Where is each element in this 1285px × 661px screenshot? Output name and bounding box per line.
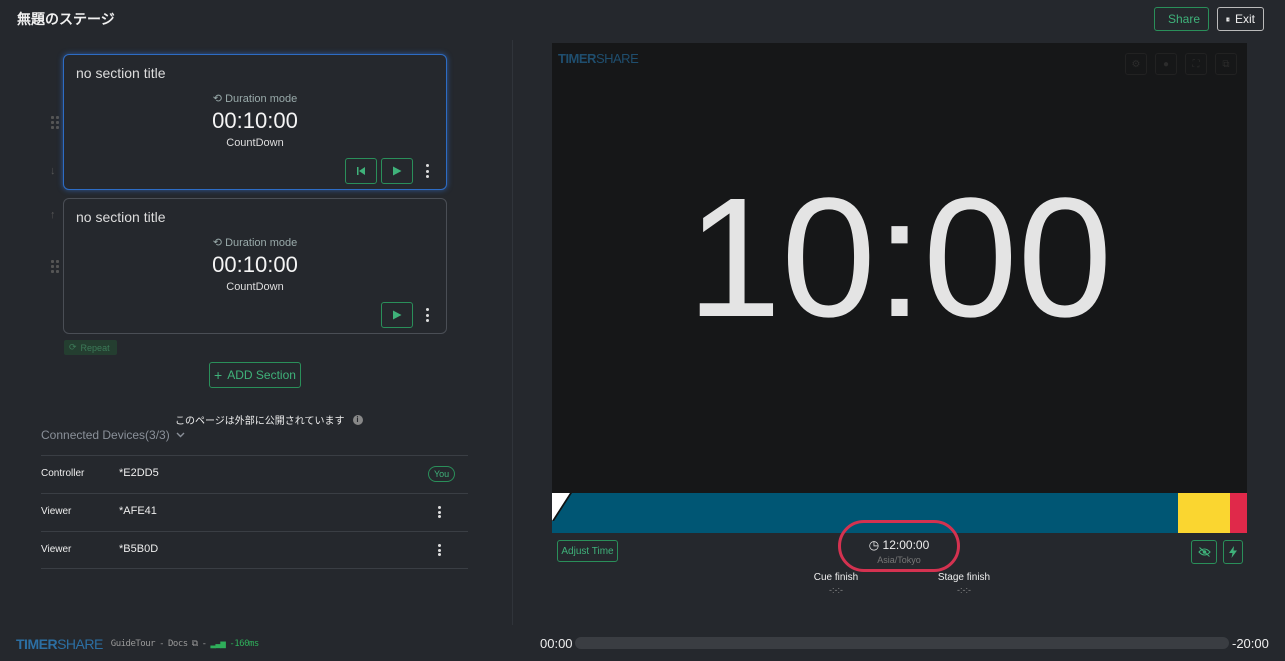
docs-link[interactable]: Docs xyxy=(168,639,188,649)
device-list: Controller *E2DD5 You Viewer *AFE41 View… xyxy=(41,455,468,569)
section-type: CountDown xyxy=(226,281,284,293)
connected-devices-label: Connected Devices(3/3) xyxy=(41,428,170,442)
device-menu-icon[interactable] xyxy=(437,544,441,556)
share-button[interactable]: Share xyxy=(1154,7,1209,31)
you-badge: You xyxy=(428,466,456,482)
skip-back-button[interactable] xyxy=(345,158,377,184)
add-section-button[interactable]: + ADD Section xyxy=(209,362,301,388)
progress-danger-segment xyxy=(1230,493,1247,533)
mode-label: Duration mode xyxy=(225,237,298,249)
share-label: Share xyxy=(1168,12,1201,26)
repeat-toggle[interactable]: ⟳ Repeat xyxy=(64,340,117,355)
device-row: Viewer *B5B0D xyxy=(41,531,468,569)
section-menu-icon[interactable] xyxy=(424,164,430,178)
section-duration[interactable]: 00:10:00 xyxy=(64,108,446,134)
section-title[interactable]: no section title xyxy=(76,65,166,81)
chevron-down-icon xyxy=(176,432,185,438)
big-timer-display: 10:00 xyxy=(686,163,1113,353)
external-link-icon[interactable]: ⧉ xyxy=(1215,53,1237,75)
device-role: Viewer xyxy=(41,544,72,555)
repeat-label: Repeat xyxy=(80,342,110,353)
device-role: Controller xyxy=(41,468,85,479)
timeline-scrubber[interactable] xyxy=(575,637,1229,649)
repeat-icon: ⟳ xyxy=(69,342,77,352)
fullscreen-icon[interactable]: ⛶ xyxy=(1185,53,1207,75)
device-row: Viewer *AFE41 xyxy=(41,493,468,531)
hide-button[interactable] xyxy=(1191,540,1217,564)
footer-logo[interactable]: TIMERSHARE xyxy=(16,636,103,652)
flash-button[interactable] xyxy=(1223,540,1243,564)
skip-back-icon xyxy=(357,167,365,175)
footer-brand: TIMERSHARE GuideTour - Docs ⧉ - ▂▃▅ -160… xyxy=(16,636,259,652)
history-icon: ⟲ xyxy=(212,93,222,105)
device-id: *E2DD5 xyxy=(119,467,159,479)
device-menu-icon[interactable] xyxy=(437,506,441,518)
clock-time: ◷ 12:00:00 xyxy=(868,538,930,552)
add-section-label: ADD Section xyxy=(227,368,296,382)
exit-button[interactable]: Exit xyxy=(1217,7,1264,31)
timeline-end: -20:00 xyxy=(1232,636,1269,651)
settings-icon[interactable]: ⚙ xyxy=(1125,53,1147,75)
section-duration[interactable]: 00:10:00 xyxy=(64,252,446,278)
mode-label: Duration mode xyxy=(225,93,298,105)
stage-finish: Stage finish -:-:- xyxy=(934,572,994,595)
progress-warning-segment xyxy=(1178,493,1230,533)
stage-toolbar: ⚙ ● ⛶ ⧉ xyxy=(1125,53,1237,75)
device-row: Controller *E2DD5 You xyxy=(41,455,468,493)
stage-preview: TIMERSHARE ⚙ ● ⛶ ⧉ 10:00 xyxy=(552,43,1247,493)
section-type: CountDown xyxy=(226,137,284,149)
arrow-down-icon[interactable]: ↓ xyxy=(50,165,56,177)
arrow-up-icon[interactable]: ↑ xyxy=(50,209,56,221)
stage-logo: TIMERSHARE xyxy=(558,51,639,66)
stage-finish-label: Stage finish xyxy=(937,572,991,583)
progress-indicator-icon xyxy=(552,493,572,521)
section-card[interactable]: no section title ⟲ Duration mode 00:10:0… xyxy=(63,54,447,190)
cue-finish-value: -:-:- xyxy=(829,585,843,595)
external-link-icon: ⧉ xyxy=(191,639,198,649)
clock-icon: ◷ xyxy=(868,538,880,552)
timeline-start: 00:00 xyxy=(540,636,573,651)
panel-divider xyxy=(512,40,513,625)
ping-value: -160ms xyxy=(229,639,259,649)
door-icon xyxy=(1226,17,1230,21)
stage-finish-value: -:-:- xyxy=(957,585,971,595)
public-notice-text: このページは外部に公開されています xyxy=(175,416,345,427)
adjust-time-button[interactable]: Adjust Time xyxy=(557,540,618,562)
connected-devices-toggle[interactable]: Connected Devices(3/3) xyxy=(41,428,185,442)
device-id: *AFE41 xyxy=(119,505,157,517)
section-card[interactable]: no section title ⟲ Duration mode 00:10:0… xyxy=(63,198,447,334)
duration-mode: ⟲ Duration mode xyxy=(64,92,446,105)
record-icon[interactable]: ● xyxy=(1155,53,1177,75)
guide-tour-link[interactable]: GuideTour xyxy=(111,639,156,649)
history-icon: ⟲ xyxy=(212,237,222,249)
eye-off-icon xyxy=(1197,547,1211,557)
section-title[interactable]: no section title xyxy=(76,209,166,225)
duration-mode: ⟲ Duration mode xyxy=(64,236,446,249)
device-id: *B5B0D xyxy=(119,543,159,555)
play-button[interactable] xyxy=(381,158,413,184)
public-notice: このページは外部に公開されています i xyxy=(175,412,363,427)
current-time-display: ◷ 12:00:00 Asia/Tokyo xyxy=(838,520,960,572)
lightning-icon xyxy=(1229,546,1237,558)
play-button[interactable] xyxy=(381,302,413,328)
drag-handle-icon[interactable] xyxy=(51,260,59,273)
cue-finish-label: Cue finish xyxy=(813,572,859,583)
drag-handle-icon[interactable] xyxy=(51,116,59,129)
page-title: 無題のステージ xyxy=(17,11,115,27)
play-icon xyxy=(393,310,402,320)
section-menu-icon[interactable] xyxy=(424,308,430,322)
timezone-label: Asia/Tokyo xyxy=(877,555,921,565)
plus-icon: + xyxy=(214,367,223,383)
cue-finish: Cue finish -:-:- xyxy=(806,572,866,595)
exit-label: Exit xyxy=(1234,12,1255,26)
signal-icon: ▂▃▅ xyxy=(210,639,226,649)
info-icon[interactable]: i xyxy=(352,414,363,425)
device-role: Viewer xyxy=(41,506,72,517)
play-icon xyxy=(393,166,402,176)
